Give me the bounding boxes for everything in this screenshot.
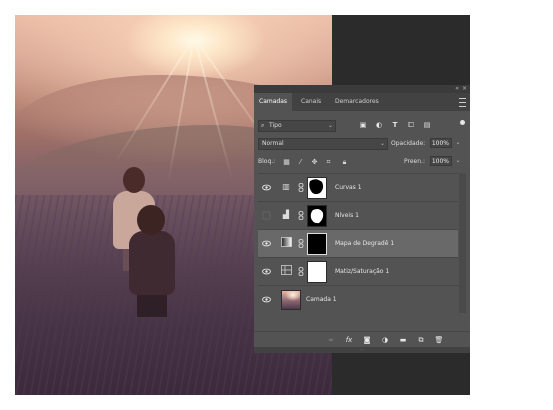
layer-row-curvas[interactable]: ▥ Curvas 1 xyxy=(258,173,458,201)
link-chain-icon[interactable] xyxy=(298,267,304,276)
image-filter-icon[interactable]: ▣ xyxy=(358,120,368,130)
trash-icon[interactable]: 🗑︎ xyxy=(434,334,444,346)
fill-input[interactable]: 100% xyxy=(430,156,452,166)
opacity-label: Opacidade: xyxy=(391,140,426,147)
lock-row: Bloq.: ▦ ⁄ ✥ ⌗ 🔒︎ Preen.: 100% ⌄ xyxy=(254,155,470,169)
shape-filter-icon[interactable]: ⧠ xyxy=(406,120,416,130)
new-adjustment-icon[interactable]: ◑ xyxy=(380,334,390,346)
chevron-down-icon: ⌄ xyxy=(379,140,385,147)
link-chain-icon[interactable] xyxy=(298,211,304,220)
boy-figure xyxy=(127,205,177,317)
gradient-map-icon xyxy=(280,237,292,249)
eye-hidden-icon[interactable] xyxy=(262,211,271,220)
lock-brush-icon[interactable]: ⁄ xyxy=(296,156,305,168)
layer-row-niveis[interactable]: ▟ Níveis 1 xyxy=(258,201,458,229)
adjustment-filter-icon[interactable]: ◐ xyxy=(374,120,384,130)
opacity-chevron-icon[interactable]: ⌄ xyxy=(454,137,462,149)
levels-icon: ▟ xyxy=(282,210,290,219)
blend-mode-value: Normal xyxy=(262,140,284,147)
layer-mask-thumbnail[interactable] xyxy=(307,233,327,255)
lock-label: Bloq.: xyxy=(258,158,276,165)
link-chain-icon[interactable] xyxy=(298,239,304,248)
new-group-icon[interactable]: ▬ xyxy=(398,334,408,346)
filter-kind-label: Tipo xyxy=(269,122,282,129)
layer-thumbnail[interactable] xyxy=(281,290,301,310)
tab-canais[interactable]: Canais xyxy=(296,93,326,111)
fill-chevron-icon[interactable]: ⌄ xyxy=(454,155,462,167)
layer-name: Curvas 1 xyxy=(335,184,362,191)
layer-name: Camada 1 xyxy=(306,296,337,303)
search-icon: ⌕ xyxy=(261,122,265,129)
layer-mask-thumbnail[interactable] xyxy=(307,261,327,283)
blend-mode-select[interactable]: Normal ⌄ xyxy=(258,138,388,150)
curves-icon: ▥ xyxy=(282,182,290,191)
hue-saturation-icon xyxy=(280,265,292,277)
resize-grip-icon[interactable]: ⋯ xyxy=(354,347,370,353)
lock-all-icon[interactable]: 🔒︎ xyxy=(340,156,349,168)
layer-row-matiz-saturacao[interactable]: Matiz/Saturação 1 xyxy=(258,257,458,285)
opacity-input[interactable]: 100% xyxy=(430,138,452,148)
eye-icon[interactable] xyxy=(262,295,271,304)
eye-icon[interactable] xyxy=(262,239,271,248)
filter-row: ⌕ Tipo ⌄ ▣ ◐ T ⧠ ▤ xyxy=(254,117,470,133)
layer-mask-thumbnail[interactable] xyxy=(307,177,327,199)
filter-toggle-icon[interactable] xyxy=(460,120,465,125)
blend-row: Normal ⌄ Opacidade: 100% ⌄ xyxy=(254,137,470,151)
tab-demarcadores[interactable]: Demarcadores xyxy=(330,93,384,111)
layer-name: Níveis 1 xyxy=(335,212,359,219)
add-mask-icon[interactable]: ◙ xyxy=(362,334,372,346)
filter-kind-select[interactable]: ⌕ Tipo ⌄ xyxy=(258,120,336,132)
layers-scrollbar[interactable] xyxy=(459,173,466,313)
fx-icon[interactable]: fx xyxy=(344,334,354,346)
close-panel-icon[interactable]: × xyxy=(462,85,467,93)
eye-icon[interactable] xyxy=(262,183,271,192)
lock-artboard-icon[interactable]: ⌗ xyxy=(324,156,333,168)
collapse-icon[interactable]: ‹‹ xyxy=(455,85,459,93)
layer-name: Mapa de Degradê 1 xyxy=(335,240,395,247)
panel-tabs: Camadas Canais Demarcadores xyxy=(254,93,470,111)
lock-transparency-icon[interactable]: ▦ xyxy=(282,156,291,168)
layer-row-camada-1[interactable]: Camada 1 xyxy=(258,285,458,313)
link-chain-icon[interactable] xyxy=(298,183,304,192)
chevron-down-icon: ⌄ xyxy=(327,122,333,129)
panel-menu-icon[interactable] xyxy=(459,98,466,107)
type-filter-icon[interactable]: T xyxy=(390,120,400,130)
layer-mask-thumbnail[interactable] xyxy=(307,205,327,227)
layer-row-mapa-de-degrade[interactable]: Mapa de Degradê 1 xyxy=(258,229,458,257)
lock-move-icon[interactable]: ✥ xyxy=(310,156,319,168)
layer-name: Matiz/Saturação 1 xyxy=(335,268,390,275)
eye-icon[interactable] xyxy=(262,267,271,276)
fill-label: Preen.: xyxy=(404,158,425,165)
layers-panel: ‹‹ × Camadas Canais Demarcadores ⌕ Tipo … xyxy=(254,85,470,353)
smart-object-filter-icon[interactable]: ▤ xyxy=(422,120,432,130)
tab-camadas[interactable]: Camadas xyxy=(254,93,292,111)
link-layers-icon[interactable]: ∞ xyxy=(326,334,336,346)
panel-header-strip: ‹‹ × xyxy=(254,85,470,93)
new-layer-icon[interactable]: ⧉ xyxy=(416,334,426,346)
panel-bottom-toolbar: ∞ fx ◙ ◑ ▬ ⧉ 🗑︎ xyxy=(254,331,470,348)
